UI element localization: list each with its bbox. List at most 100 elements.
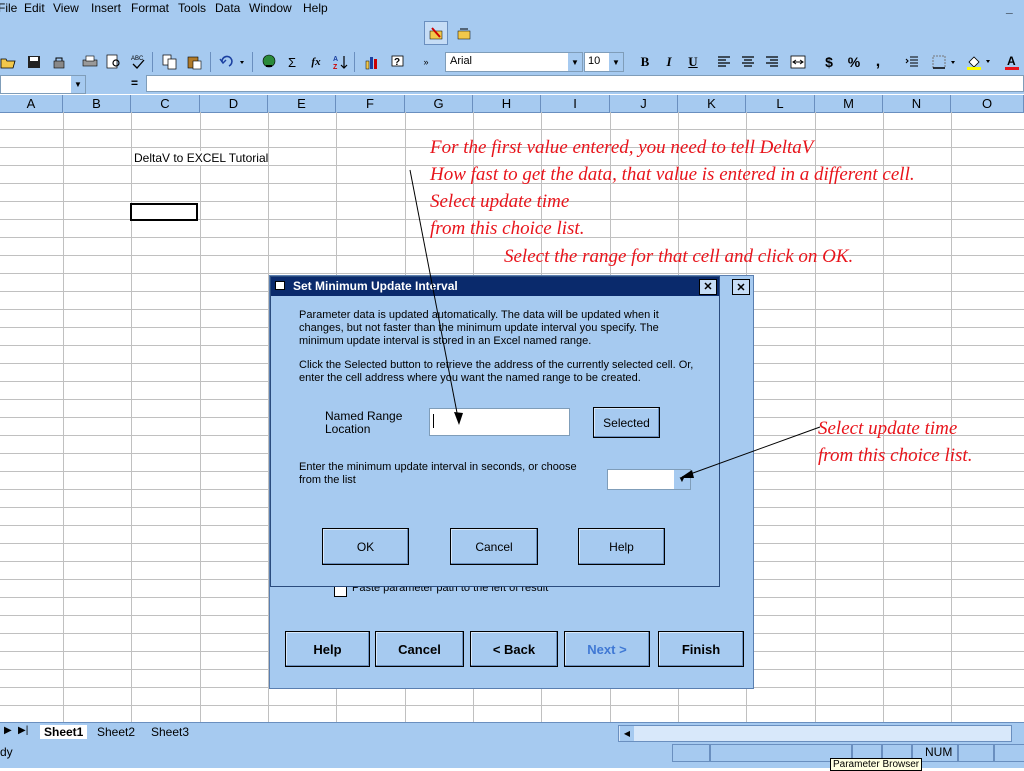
paste-icon[interactable] bbox=[182, 50, 206, 74]
menu-view[interactable]: View bbox=[53, 1, 79, 15]
align-center-icon[interactable] bbox=[736, 50, 760, 74]
annotation-range: Select the range for that cell and click… bbox=[504, 246, 854, 267]
italic-button[interactable]: I bbox=[657, 50, 681, 74]
menu-help[interactable]: Help bbox=[303, 1, 328, 15]
wizard-next-button[interactable]: Next > bbox=[564, 631, 650, 667]
cancel-button[interactable]: Cancel bbox=[450, 528, 538, 565]
menu-tools[interactable]: Tools bbox=[178, 1, 206, 15]
selected-button[interactable]: Selected bbox=[593, 407, 660, 438]
column-header-m[interactable]: M bbox=[815, 95, 883, 112]
dialog-description-2: Click the Selected button to retrieve th… bbox=[299, 359, 694, 384]
chart-wizard-icon[interactable] bbox=[360, 50, 384, 74]
menu-window[interactable]: Window bbox=[249, 1, 292, 15]
font-name-select[interactable]: Arial ▼ bbox=[445, 52, 583, 72]
column-header-o[interactable]: O bbox=[951, 95, 1024, 112]
name-box[interactable]: ▼ bbox=[0, 75, 86, 94]
hyperlink-icon[interactable] bbox=[257, 50, 281, 74]
spelling-icon[interactable]: ABC bbox=[126, 50, 150, 74]
column-header-n[interactable]: N bbox=[883, 95, 951, 112]
column-header-g[interactable]: G bbox=[405, 95, 473, 112]
status-bar: dy NUM Parameter Browser bbox=[0, 742, 1024, 771]
active-cell-cursor[interactable] bbox=[130, 203, 198, 221]
tab-sheet2[interactable]: Sheet2 bbox=[97, 725, 135, 739]
help-assistant-icon[interactable]: ? bbox=[386, 50, 410, 74]
fill-color-icon[interactable] bbox=[964, 50, 996, 74]
wizard-cancel-button[interactable]: Cancel bbox=[375, 631, 464, 667]
standard-toolbar: ABC Σ fx AZ ? » Arial ▼ 10 ▼ B I U $ % ,… bbox=[0, 48, 1024, 74]
interval-select[interactable]: ▼ bbox=[607, 469, 691, 490]
column-header-b[interactable]: B bbox=[63, 95, 131, 112]
column-header-l[interactable]: L bbox=[746, 95, 815, 112]
column-header-f[interactable]: F bbox=[336, 95, 405, 112]
annotation-top-line-1: For the first value entered, you need to… bbox=[430, 137, 814, 158]
dialog-title: Set Minimum Update Interval bbox=[293, 279, 458, 293]
font-color-icon[interactable]: A bbox=[1000, 50, 1024, 74]
text-caret bbox=[433, 414, 434, 428]
column-header-d[interactable]: D bbox=[200, 95, 268, 112]
undo-icon[interactable] bbox=[216, 50, 252, 74]
cell-c2[interactable]: DeltaV to EXCEL Tutorial bbox=[134, 151, 269, 165]
formula-equals-label: = bbox=[131, 76, 139, 90]
deltav-toolbar bbox=[0, 18, 1024, 48]
underline-button[interactable]: U bbox=[681, 50, 705, 74]
tab-sheet1[interactable]: Sheet1 bbox=[40, 725, 88, 739]
align-left-icon[interactable] bbox=[712, 50, 736, 74]
font-size-select[interactable]: 10 ▼ bbox=[584, 52, 624, 72]
column-header-k[interactable]: K bbox=[678, 95, 746, 112]
menu-format[interactable]: Format bbox=[131, 1, 169, 15]
merge-center-icon[interactable] bbox=[786, 50, 810, 74]
next-sheet-icon[interactable]: ▶ bbox=[4, 725, 12, 736]
help-button[interactable]: Help bbox=[578, 528, 665, 565]
menu-edit[interactable]: Edit bbox=[24, 1, 45, 15]
column-header-i[interactable]: I bbox=[541, 95, 610, 112]
svg-text:A: A bbox=[333, 56, 338, 63]
tab-sheet3[interactable]: Sheet3 bbox=[151, 725, 189, 739]
copy-icon[interactable] bbox=[158, 50, 182, 74]
dialog-close-icon[interactable]: ✕ bbox=[699, 279, 717, 295]
column-header-a[interactable]: A bbox=[0, 95, 63, 112]
bold-button[interactable]: B bbox=[633, 50, 657, 74]
column-header-c[interactable]: C bbox=[131, 95, 200, 112]
formula-input[interactable] bbox=[146, 75, 1024, 92]
named-range-input[interactable] bbox=[429, 408, 570, 436]
wizard-help-button[interactable]: Help bbox=[285, 631, 370, 667]
print-preview-icon[interactable] bbox=[102, 50, 126, 74]
column-header-h[interactable]: H bbox=[473, 95, 541, 112]
currency-button[interactable]: $ bbox=[817, 50, 841, 74]
menu-insert[interactable]: Insert bbox=[91, 1, 121, 15]
open-icon[interactable] bbox=[0, 50, 20, 74]
percent-button[interactable]: % bbox=[842, 50, 866, 74]
align-right-icon[interactable] bbox=[760, 50, 784, 74]
minimize-button[interactable]: _ bbox=[1006, 1, 1013, 15]
menu-file[interactable]: File bbox=[0, 1, 17, 15]
last-sheet-icon[interactable]: ▶| bbox=[18, 725, 28, 736]
annotation-top-line-4: from this choice list. bbox=[430, 218, 585, 239]
horizontal-scrollbar[interactable]: ◀ bbox=[618, 725, 1012, 742]
dialog-titlebar[interactable]: Set Minimum Update Interval ✕ bbox=[271, 277, 719, 296]
ok-button[interactable]: OK bbox=[322, 528, 409, 565]
wizard-finish-button[interactable]: Finish bbox=[658, 631, 744, 667]
wizard-back-button[interactable]: < Back bbox=[470, 631, 558, 667]
sheet-tabs-bar: ▶ ▶| Sheet1 Sheet2 Sheet3 ◀ bbox=[0, 722, 1024, 743]
deltav-browse-icon[interactable] bbox=[452, 21, 476, 45]
permission-icon[interactable] bbox=[47, 50, 71, 74]
print-icon[interactable] bbox=[78, 50, 102, 74]
save-icon[interactable] bbox=[22, 50, 46, 74]
function-icon[interactable]: fx bbox=[304, 50, 328, 74]
scroll-left-icon[interactable]: ◀ bbox=[620, 726, 634, 741]
chevron-down-icon: ▼ bbox=[609, 53, 623, 71]
wizard-close-icon[interactable]: ✕ bbox=[732, 279, 750, 295]
column-header-j[interactable]: J bbox=[610, 95, 678, 112]
menu-data[interactable]: Data bbox=[215, 1, 240, 15]
comma-button[interactable]: , bbox=[866, 50, 890, 74]
column-headers: A B C D E F G H I J K L M N O bbox=[0, 95, 1024, 113]
sort-ascending-icon[interactable]: AZ bbox=[328, 50, 352, 74]
deltav-launch-icon[interactable] bbox=[424, 21, 448, 45]
set-minimum-update-dialog: Set Minimum Update Interval ✕ Parameter … bbox=[270, 276, 720, 587]
borders-icon[interactable] bbox=[930, 50, 962, 74]
toolbar-overflow-icon[interactable]: » bbox=[418, 50, 434, 74]
menu-bar: File Edit View Insert Format Tools Data … bbox=[0, 0, 1024, 18]
increase-indent-icon[interactable] bbox=[900, 50, 924, 74]
column-header-e[interactable]: E bbox=[268, 95, 336, 112]
autosum-icon[interactable]: Σ bbox=[280, 50, 304, 74]
